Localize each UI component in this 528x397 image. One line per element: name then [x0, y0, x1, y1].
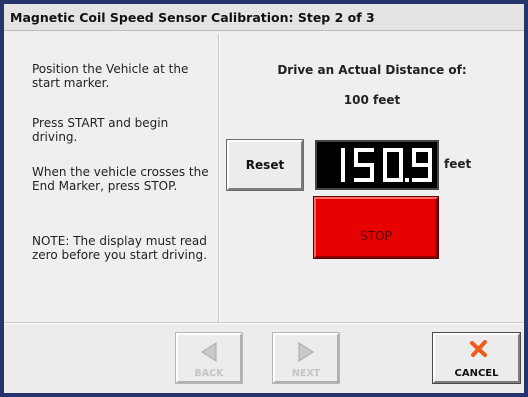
- instruction-position: Position the Vehicle at the start marker…: [32, 62, 189, 90]
- left-arrow-icon: [201, 342, 217, 362]
- instruction-note: NOTE: The display must read zero before …: [32, 234, 207, 262]
- back-button[interactable]: BACK: [175, 332, 243, 384]
- back-label: BACK: [194, 368, 224, 379]
- target-distance-value: 100 feet: [343, 93, 401, 107]
- panel-divider-highlight: [219, 34, 220, 323]
- next-button[interactable]: NEXT: [272, 332, 340, 384]
- title-bar: Magnetic Coil Speed Sensor Calibration: …: [4, 4, 524, 31]
- cancel-label: CANCEL: [454, 368, 499, 379]
- reset-button[interactable]: Reset: [226, 139, 304, 191]
- cancel-button[interactable]: CANCEL: [432, 332, 521, 384]
- instruction-press-stop: When the vehicle crosses the End Marker,…: [32, 165, 209, 193]
- stop-button[interactable]: STOP: [313, 196, 439, 259]
- next-label: NEXT: [291, 368, 321, 379]
- red-x-icon: [470, 340, 487, 357]
- instruction-press-start: Press START and begin driving.: [32, 116, 169, 144]
- unit-label: feet: [444, 157, 472, 171]
- right-arrow-icon: [298, 342, 314, 362]
- drive-distance-label: Drive an Actual Distance of:: [277, 63, 467, 77]
- window-title: Magnetic Coil Speed Sensor Calibration: …: [10, 10, 375, 25]
- distance-display: [315, 140, 439, 190]
